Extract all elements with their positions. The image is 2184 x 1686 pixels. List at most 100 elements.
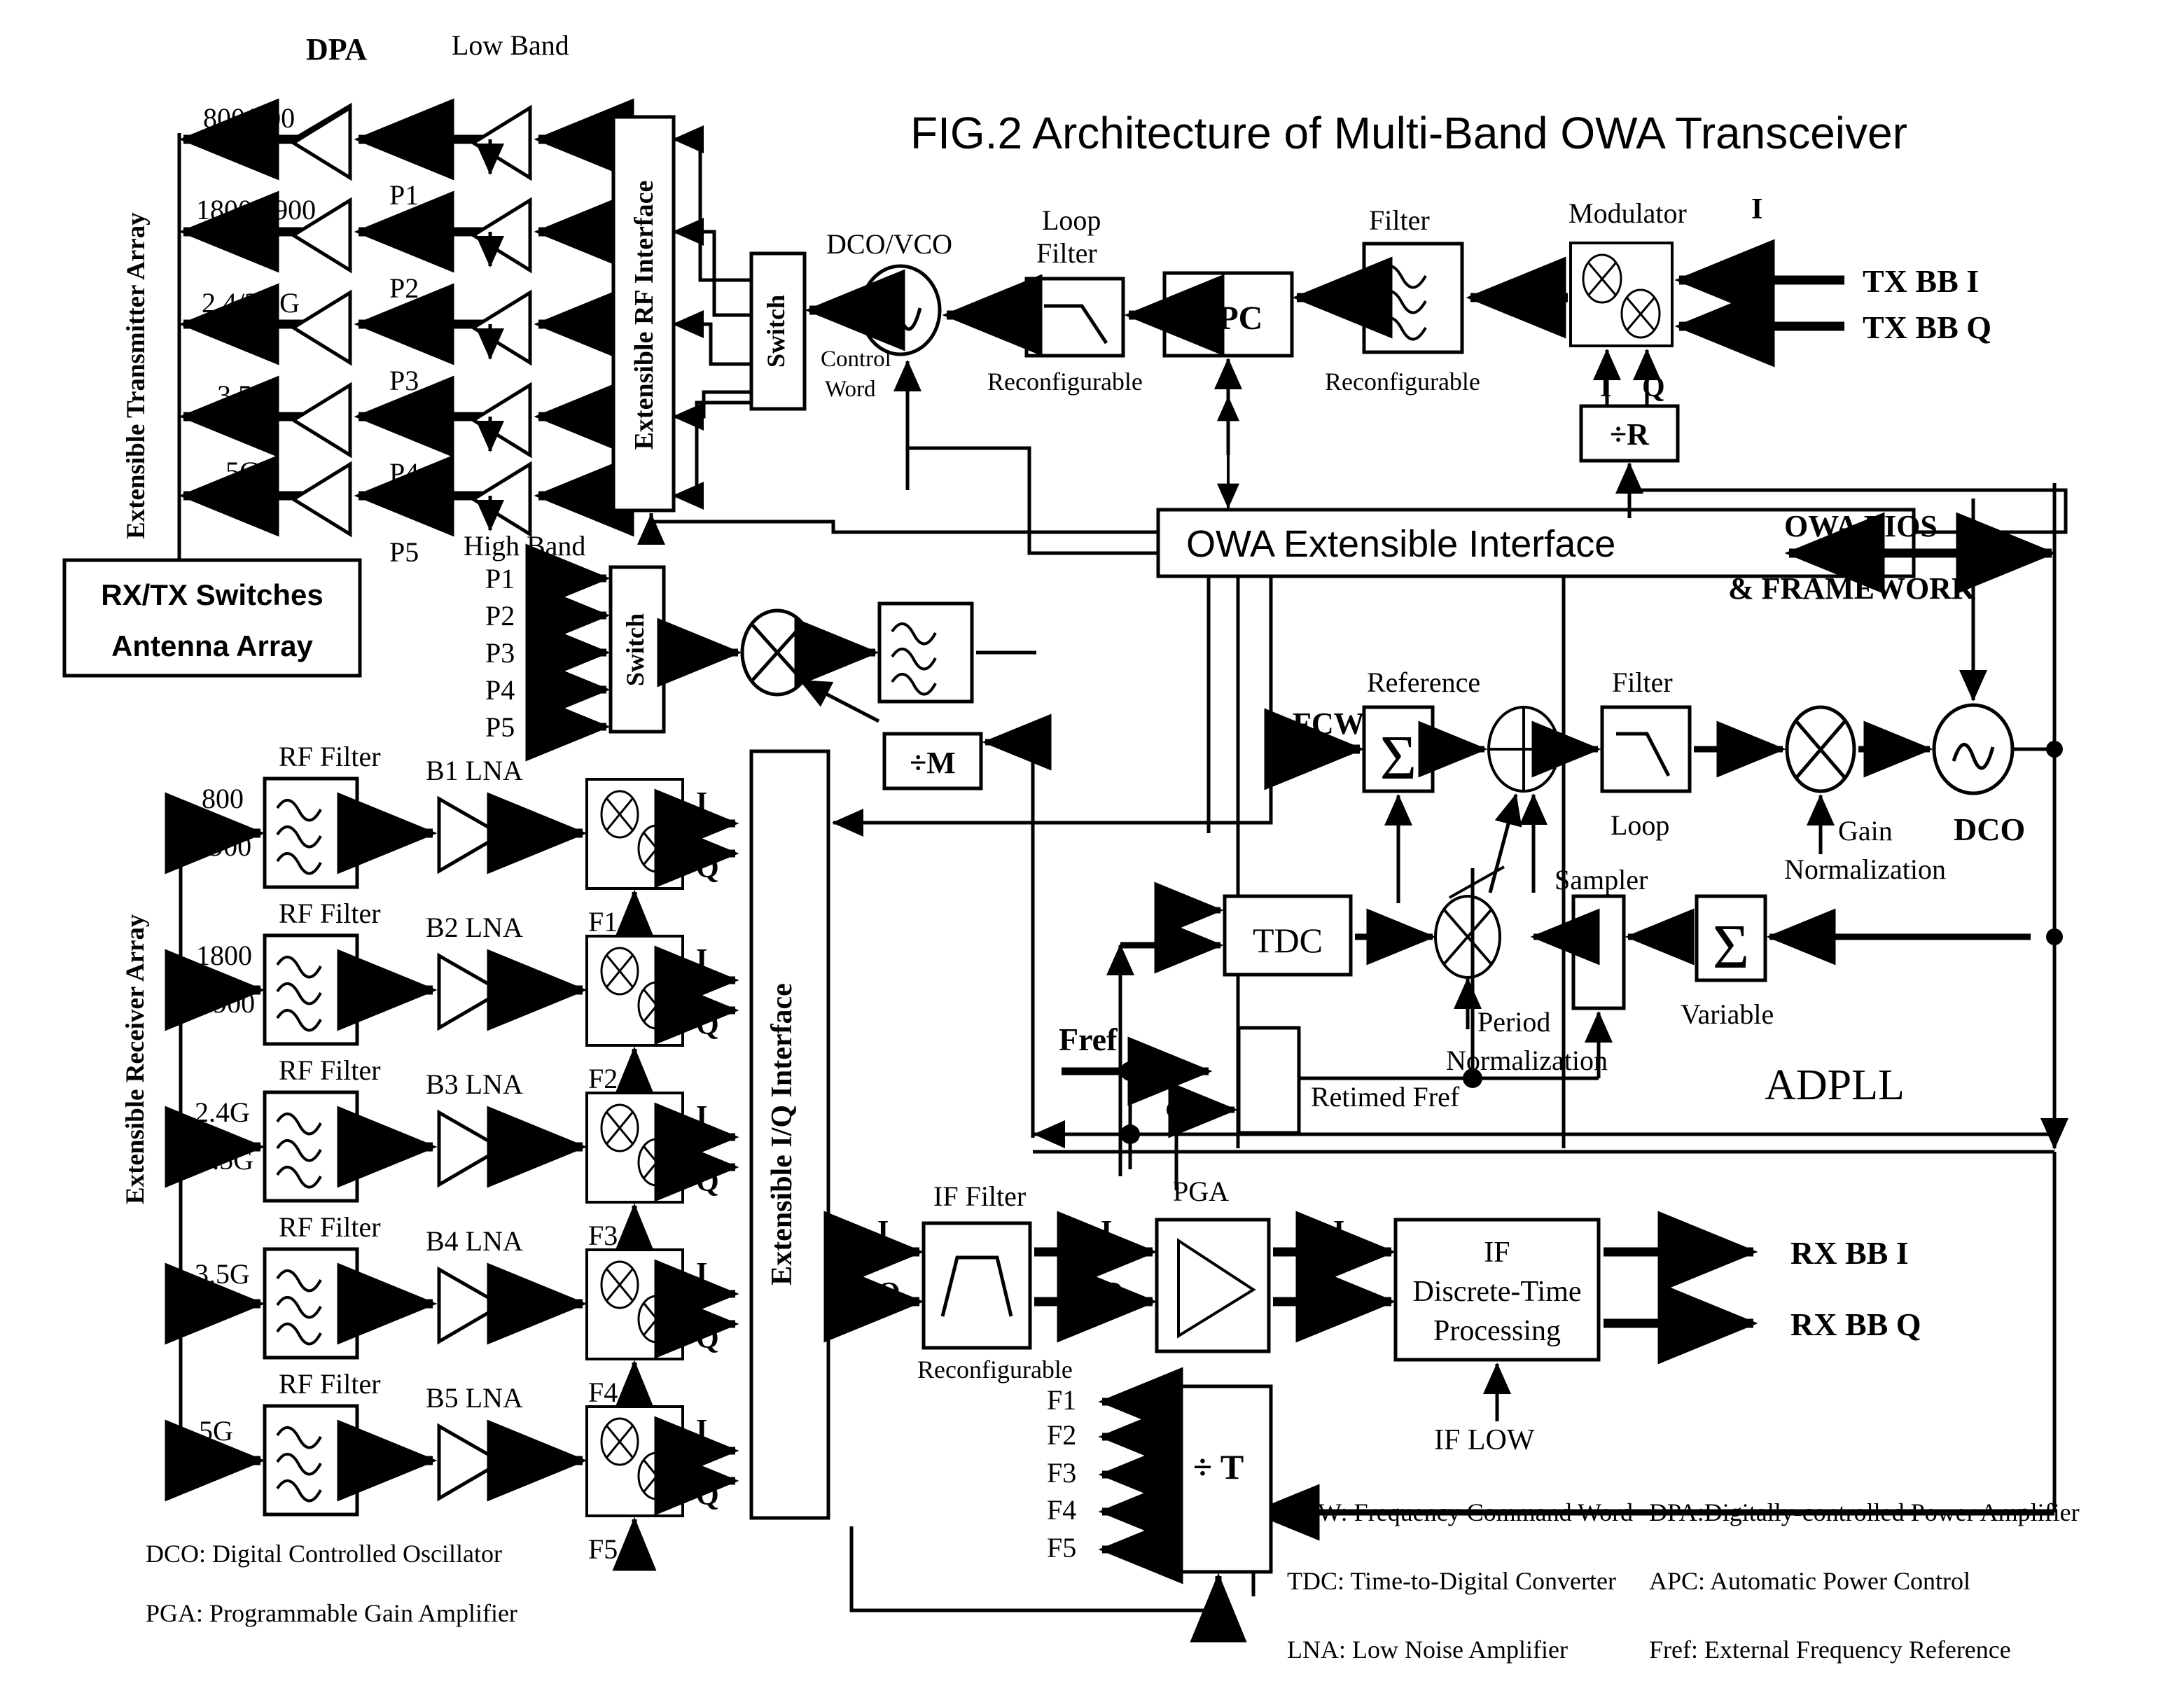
retimer-box[interactable] — [1237, 1026, 1301, 1135]
rx-lna-label: B5 LNA — [426, 1382, 523, 1414]
rx-lna-label: B2 LNA — [426, 912, 523, 943]
phase-detector-icon — [1487, 706, 1560, 793]
loop-filter-label-2: Filter — [1036, 237, 1097, 269]
fcw-label: FCW — [1293, 706, 1365, 741]
rx-out-i-label: I — [696, 1101, 707, 1133]
rx-band-top-label: 5G — [199, 1415, 233, 1447]
rx-lna-label: B1 LNA — [426, 755, 523, 786]
rx-mixer-ctrl-label: F3 — [588, 1220, 618, 1251]
owa-bios-label-1: OWA BIOS — [1784, 509, 1938, 543]
reference-sigma-glyph: Σ — [1380, 723, 1417, 793]
adpll-loop-filter-box[interactable] — [1600, 705, 1692, 793]
rx-band-top-label: 2.4G — [195, 1096, 250, 1128]
rx-lo-switch-label: Switch — [621, 613, 649, 686]
figure-canvas: FIG.2 Architecture of Multi-Band OWA Tra… — [0, 0, 2184, 1686]
tx-bb-q-label: TX BB Q — [1863, 309, 1991, 345]
loop-filter-note: Reconfigurable — [987, 368, 1143, 396]
if-filter-note: Reconfigurable — [917, 1356, 1073, 1384]
tdc-label: TDC — [1253, 921, 1323, 960]
fref-label: Fref — [1059, 1022, 1118, 1057]
if-in-i-label: I — [877, 1215, 889, 1248]
rx-filter-label: RF Filter — [279, 1368, 381, 1400]
freq-tap-label: F4 — [1047, 1494, 1076, 1526]
tx-bb-i-label: TX BB I — [1863, 263, 1979, 299]
legend-item: FCW: Frequency Command Word — [1287, 1498, 1633, 1526]
adpll-dco-label: DCO — [1954, 811, 2025, 847]
owa-extensible-interface-label: OWA Extensible Interface — [1186, 523, 1615, 565]
apc-label: APC — [1194, 300, 1263, 337]
modulator-input-i-label: I — [1751, 193, 1762, 225]
receiver-array-label: Extensible Receiver Array — [121, 914, 150, 1204]
modulator-label: Modulator — [1569, 197, 1687, 229]
rx-lo-filter-box[interactable] — [877, 601, 974, 704]
rx-lo-port-label: P5 — [485, 711, 515, 743]
rx-filter-label: RF Filter — [279, 1211, 381, 1243]
rx-out-i-label: I — [696, 1257, 707, 1290]
if-filter-box[interactable] — [921, 1221, 1032, 1350]
reference-label: Reference — [1367, 667, 1480, 698]
rx-lo-port-label: P3 — [485, 637, 515, 669]
tx-control-port-label: P5 — [389, 536, 419, 568]
rx-out-i-label: I — [696, 944, 707, 976]
rx-band-top-label: 3.5G — [195, 1258, 250, 1290]
rx-mixer-ctrl-label: F2 — [588, 1063, 618, 1094]
dpa-label: DPA — [306, 32, 367, 67]
rx-bb-i-label: RX BB I — [1790, 1235, 1909, 1271]
modulator-box[interactable] — [1569, 242, 1674, 347]
if-low-label: IF LOW — [1434, 1424, 1535, 1456]
low-band-label: Low Band — [452, 29, 569, 61]
rx-lna-label: B3 LNA — [426, 1068, 523, 1100]
loop-filter-box[interactable] — [1024, 277, 1125, 358]
dco-vco-oscillator[interactable] — [859, 264, 942, 356]
tx-filter-note: Reconfigurable — [1325, 368, 1480, 396]
modulator-input-q-label: Q — [1751, 330, 1774, 362]
owa-bios-label-2: & FRAMEWORK — [1728, 571, 1975, 606]
tx-band-label: 3.5G — [217, 379, 272, 411]
tx-control-port-label: P1 — [389, 179, 419, 211]
rx-filter-label: RF Filter — [279, 898, 381, 929]
if-out-i-label: I — [1333, 1215, 1344, 1248]
rx-filter-label: RF Filter — [279, 741, 381, 772]
legend-item: Fref: External Frequency Reference — [1649, 1636, 2011, 1664]
tx-band-label: 2.4/2.5G — [202, 287, 300, 319]
control-word-label: Control — [821, 347, 891, 372]
sampler-label: Sampler — [1554, 864, 1648, 896]
period-normalization-mixer-icon — [1434, 895, 1501, 979]
extensible-rf-interface-label: Extensible RF Interface — [630, 181, 659, 450]
rx-bb-q-label: RX BB Q — [1790, 1307, 1921, 1342]
tx-filter-label: Filter — [1369, 204, 1430, 236]
legend-item: PGA: Programmable Gain Amplifier — [146, 1599, 517, 1627]
control-word-label-2: Word — [825, 377, 876, 402]
tx-control-port-label: P4 — [389, 457, 419, 489]
variable-label: Variable — [1681, 998, 1774, 1030]
legend-item: TDC: Time-to-Digital Converter — [1287, 1567, 1616, 1595]
retimed-fref-label: Retimed Fref — [1311, 1081, 1460, 1113]
dco-vco-label: DCO/VCO — [826, 228, 952, 260]
rx-tx-switches-label: RX/TX Switches — [101, 578, 323, 611]
rx-out-i-label: I — [696, 787, 707, 819]
gain-normalization-label-1: Gain — [1838, 815, 1893, 847]
rx-lo-port-label: P2 — [485, 600, 515, 632]
divide-t-label: ÷ T — [1193, 1447, 1244, 1486]
loop-filter-label-1: Loop — [1042, 204, 1101, 236]
variable-sigma-glyph: Σ — [1713, 912, 1749, 982]
rx-mixer-ctrl-label: F5 — [588, 1533, 618, 1565]
legend-item: DCO: Digital Controlled Oscillator — [146, 1540, 502, 1568]
sampler-box[interactable] — [1571, 894, 1626, 1010]
transmitter-array-label: Extensible Transmitter Array — [122, 212, 151, 539]
rx-bb-q-output-q-label: Q — [1658, 1286, 1681, 1318]
rx-band-top-label: 1800 — [196, 940, 252, 971]
rx-lo-port-label: P4 — [485, 674, 515, 706]
if-processing-label-2: Discrete-Time — [1412, 1276, 1581, 1308]
period-normalization-label-1: Period — [1477, 1006, 1550, 1038]
rx-mixer-ctrl-label: F4 — [588, 1377, 618, 1408]
adpll-dco-oscillator[interactable] — [1932, 703, 2015, 795]
tx-band-label: 1800/1900 — [196, 194, 316, 225]
adpll-loop-label: Loop — [1611, 809, 1669, 841]
if-processing-label-1: IF — [1484, 1236, 1510, 1269]
tx-band-label: 800/900 — [203, 102, 295, 134]
legend-item: LNA: Low Noise Amplifier — [1287, 1636, 1568, 1664]
rx-bb-i-output-i-label: I — [1658, 1215, 1669, 1248]
if-mid-i-label: I — [1101, 1215, 1112, 1248]
divide-r-label: ÷R — [1610, 417, 1650, 452]
